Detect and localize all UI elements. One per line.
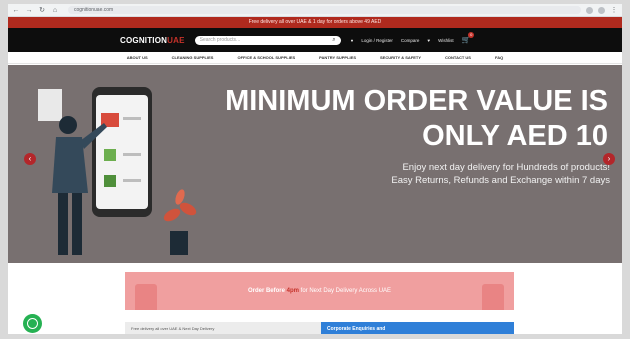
menu-item-pantry[interactable]: PANTRY SUPPLIES <box>319 55 356 60</box>
menu-item-about[interactable]: ABOUT US <box>127 55 148 60</box>
phone-screen <box>96 95 148 209</box>
menu-item-contact[interactable]: CONTACT US <box>445 55 471 60</box>
hero-illustration <box>38 87 197 255</box>
shopping-bag-icon <box>482 284 504 310</box>
product-line <box>123 153 141 156</box>
plant-pot <box>170 231 188 255</box>
carousel-next-icon[interactable]: › <box>603 153 615 165</box>
hero-subtext-line2: Easy Returns, Refunds and Exchange withi… <box>391 175 610 186</box>
product-card <box>104 149 116 161</box>
main-menu: ABOUT US CLEANING SUPPLIES OFFICE & SCHO… <box>8 52 622 64</box>
info-card-left[interactable]: Free delivery all over UAE & Next Day De… <box>125 322 321 334</box>
heart-icon: ♥ <box>427 37 431 43</box>
promo-time: 4pm <box>286 288 299 294</box>
cart-count-badge: 0 <box>468 32 475 38</box>
product-card <box>104 175 116 187</box>
promo-rest: for Next Day Delivery Across UAE <box>300 288 392 294</box>
person-head <box>59 116 77 134</box>
carousel-prev-icon[interactable]: ‹ <box>24 153 36 165</box>
logo-main: COGNITION <box>120 35 168 45</box>
hero-headline-line2: ONLY AED 10 <box>422 120 608 152</box>
browser-toolbar: ← → ↻ ⌂ cognitionuae.com ⋮ <box>8 4 622 17</box>
profile-icon[interactable] <box>598 6 605 14</box>
browser-window: ← → ↻ ⌂ cognitionuae.com ⋮ Free delivery… <box>8 4 622 334</box>
site-logo[interactable]: COGNITIONUAE <box>120 36 185 45</box>
hero-subtext-line1: Enjoy next day delivery for Hundreds of … <box>402 162 610 173</box>
search-icon[interactable]: ⌕ <box>332 37 335 44</box>
site-header: COGNITIONUAE Search products... ⌕ ● Logi… <box>8 28 622 52</box>
promo-strip[interactable]: Order Before 4pm for Next Day Delivery A… <box>125 272 514 310</box>
plant-leaf <box>163 208 181 222</box>
menu-icon[interactable]: ⋮ <box>610 6 618 14</box>
menu-item-security[interactable]: SECURITY & SAFETY <box>380 55 421 60</box>
person-legs <box>72 193 82 255</box>
search-input[interactable]: Search products... ⌕ <box>194 35 341 45</box>
promo-text: Order Before 4pm for Next Day Delivery A… <box>248 288 391 294</box>
wall-frame <box>38 89 62 121</box>
whatsapp-icon[interactable] <box>23 314 42 333</box>
menu-item-cleaning[interactable]: CLEANING SUPPLIES <box>172 55 214 60</box>
compare-link[interactable]: Compare <box>401 38 420 43</box>
menu-item-office[interactable]: OFFICE & SCHOOL SUPPLIES <box>237 55 295 60</box>
wishlist-link[interactable]: Wishlist <box>438 38 454 43</box>
back-icon[interactable]: ← <box>12 7 20 14</box>
cart-icon[interactable]: 🛒 0 <box>462 32 475 44</box>
logo-accent: UAE <box>167 35 185 45</box>
hero-headline-line1: MINIMUM ORDER VALUE IS <box>225 85 608 117</box>
corporate-enquiry-card[interactable]: Corporate Enquiries and <box>321 322 514 334</box>
product-line <box>123 117 141 120</box>
header-links: ● Login / Register Compare ♥ Wishlist 🛒 0 <box>350 32 475 44</box>
promo-lead: Order Before <box>247 288 285 294</box>
search-placeholder: Search products... <box>199 37 241 43</box>
address-bar[interactable]: cognitionuae.com <box>68 6 581 14</box>
shopping-bag-icon <box>135 284 157 310</box>
forward-icon[interactable]: → <box>25 7 33 14</box>
extension-icon[interactable] <box>586 6 593 14</box>
hero-subtext: Enjoy next day delivery for Hundreds of … <box>391 161 610 187</box>
product-line <box>123 179 141 182</box>
home-icon[interactable]: ⌂ <box>51 7 59 14</box>
reload-icon[interactable]: ↻ <box>38 6 46 14</box>
user-icon: ● <box>350 37 354 43</box>
login-link[interactable]: Login / Register <box>361 38 393 43</box>
person-legs <box>58 193 68 255</box>
hero-banner: MINIMUM ORDER VALUE IS ONLY AED 10 Enjoy… <box>8 65 622 263</box>
menu-item-faq[interactable]: FAQ <box>495 55 503 60</box>
top-banner: Free delivery all over UAE & 1 day for o… <box>8 17 622 28</box>
